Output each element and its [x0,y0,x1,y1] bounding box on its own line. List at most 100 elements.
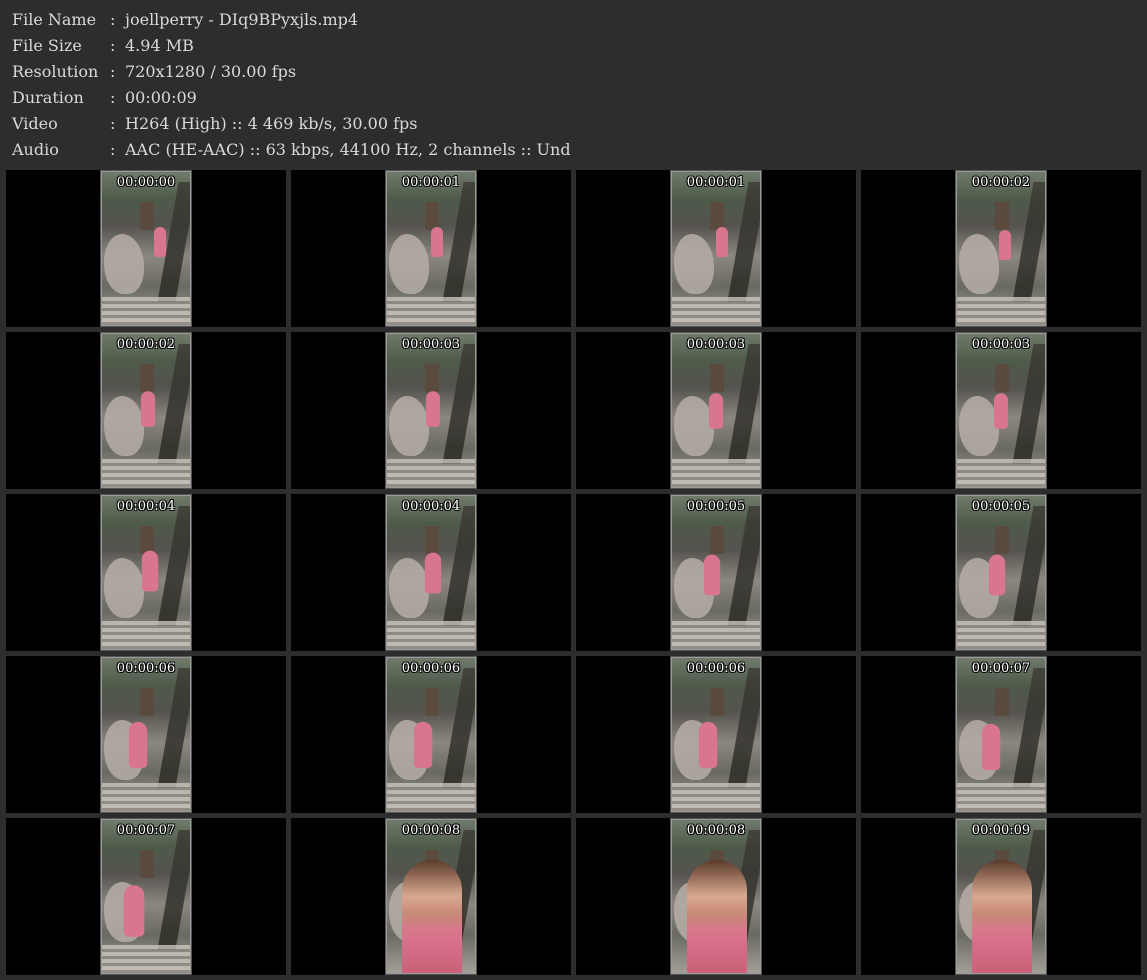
info-value: 720x1280 / 30.00 fps [125,62,297,81]
frame-door [425,202,439,230]
frame-timestamp: 00:00:04 [116,499,176,514]
frame-steps [102,621,190,649]
video-frame-thumbnail [955,818,1047,975]
thumbnail-cell: 00:00:00 [6,170,286,327]
frame-door [710,202,724,230]
video-frame-thumbnail [955,170,1047,327]
frame-rock [104,234,144,294]
thumbnail-cell: 00:00:06 [576,656,856,813]
info-colon: : [110,10,116,29]
frame-person [141,550,159,592]
frame-person [140,391,156,427]
frame-tree [442,344,475,464]
thumbnail-cell: 00:00:03 [861,332,1141,489]
video-frame-thumbnail [670,818,762,975]
frame-person [425,391,441,427]
frame-steps [672,297,760,325]
frame-door [710,526,724,554]
frame-rock [389,396,429,456]
thumbnail-cell: 00:00:09 [861,818,1141,975]
info-value: 00:00:09 [125,88,197,107]
frame-timestamp: 00:00:06 [686,661,746,676]
video-frame-thumbnail [955,494,1047,651]
thumbnail-cell: 00:00:03 [291,332,571,489]
frame-person [698,721,718,769]
frame-tree [442,506,475,626]
info-value: joellperry - DIq9BPyxjls.mp4 [125,10,359,29]
frame-steps [957,297,1045,325]
frame-person [402,860,462,973]
frame-tree [1012,506,1045,626]
video-frame-thumbnail [670,494,762,651]
thumbnail-cell: 00:00:01 [576,170,856,327]
frame-timestamp: 00:00:06 [116,661,176,676]
frame-steps [387,783,475,811]
frame-rock [104,396,144,456]
thumbnail-cell: 00:00:06 [6,656,286,813]
info-colon: : [110,88,116,107]
info-colon: : [110,62,116,81]
frame-door [425,688,439,716]
info-key: Duration [12,88,84,107]
frame-steps [102,945,190,973]
video-frame-thumbnail [385,332,477,489]
frame-steps [672,459,760,487]
info-value: 4.94 MB [125,36,194,55]
info-value: AAC (HE-AAC) :: 63 kbps, 44100 Hz, 2 cha… [125,140,571,159]
frame-door [425,526,439,554]
frame-steps [957,783,1045,811]
frame-tree [157,506,190,626]
thumbnail-cell: 00:00:04 [291,494,571,651]
frame-tree [442,668,475,788]
frame-door [995,688,1009,716]
frame-door [995,526,1009,554]
video-frame-thumbnail [100,494,192,651]
frame-door [140,688,154,716]
info-colon: : [110,114,116,133]
frame-timestamp: 00:00:02 [971,175,1031,190]
frame-timestamp: 00:00:03 [401,337,461,352]
frame-tree [727,506,760,626]
video-frame-thumbnail [100,656,192,813]
frame-tree [727,182,760,302]
frame-person [703,554,721,596]
frame-steps [387,459,475,487]
frame-tree [157,344,190,464]
frame-rock [104,558,144,618]
thumbnail-cell: 00:00:07 [861,656,1141,813]
video-frame-thumbnail [385,818,477,975]
thumbnail-cell: 00:00:08 [576,818,856,975]
frame-steps [387,297,475,325]
frame-timestamp: 00:00:06 [401,661,461,676]
frame-tree [727,668,760,788]
frame-steps [102,459,190,487]
frame-door [140,850,154,878]
thumbnail-grid: 00:00:00 00:00:01 00:00:01 00:00:02 00:00:02… [0,168,1147,980]
info-key: File Name [12,10,97,29]
thumbnail-cell: 00:00:02 [861,170,1141,327]
frame-tree [1012,668,1045,788]
frame-timestamp: 00:00:07 [116,823,176,838]
frame-steps [387,621,475,649]
frame-person [424,552,442,594]
frame-steps [672,621,760,649]
frame-person [999,230,1011,260]
frame-timestamp: 00:00:05 [686,499,746,514]
thumbnail-cell: 00:00:04 [6,494,286,651]
frame-person [716,227,728,257]
thumbnail-cell: 00:00:01 [291,170,571,327]
frame-person [128,721,148,769]
frame-steps [102,783,190,811]
frame-timestamp: 00:00:08 [686,823,746,838]
frame-timestamp: 00:00:01 [401,175,461,190]
frame-person [123,885,145,937]
frame-door [710,688,724,716]
video-frame-thumbnail [955,656,1047,813]
frame-steps [957,459,1045,487]
frame-person [993,393,1009,429]
frame-timestamp: 00:00:04 [401,499,461,514]
frame-timestamp: 00:00:01 [686,175,746,190]
frame-timestamp: 00:00:05 [971,499,1031,514]
frame-rock [959,234,999,294]
frame-timestamp: 00:00:09 [971,823,1031,838]
